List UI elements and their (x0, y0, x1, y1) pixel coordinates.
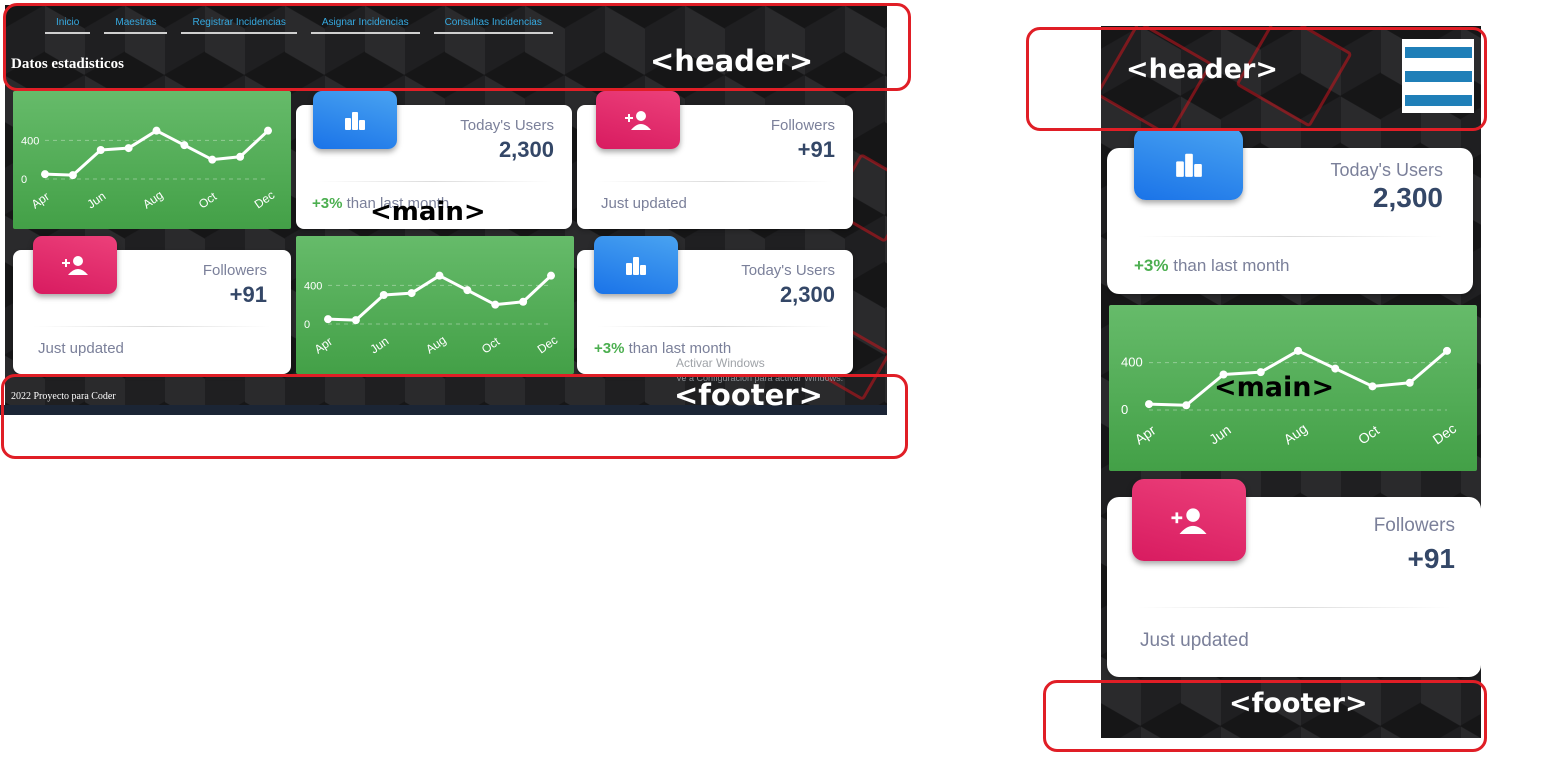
data-point (379, 291, 388, 299)
data-point (324, 315, 332, 324)
person-add-icon (33, 236, 117, 294)
chart-card: 0 400 Apr Jun Aug Oct Dec (13, 91, 291, 229)
stat-label: Followers (202, 262, 267, 279)
series-line (44, 129, 270, 177)
data-point (68, 171, 77, 180)
y-tick-label: 400 (21, 135, 39, 147)
footer-tag: <footer> (1229, 688, 1368, 719)
bar-chart-icon (313, 91, 397, 149)
stat-footer: Just updated (38, 340, 124, 357)
y-tick-label: 0 (1121, 402, 1128, 417)
data-point (1368, 382, 1377, 391)
data-point (1182, 401, 1191, 410)
header-tag: <header> (1126, 54, 1278, 85)
data-point (491, 300, 500, 309)
data-point (1443, 346, 1451, 355)
chart-card: 0 400 Apr Jun Aug Oct Dec (296, 236, 574, 374)
stat-label: Today's Users (460, 117, 554, 134)
data-point (1405, 378, 1414, 387)
data-point (96, 146, 105, 154)
data-point (407, 289, 416, 298)
x-tick-label: Dec (252, 188, 278, 212)
x-tick-label: Apr (29, 189, 52, 211)
stat-label: Today's Users (741, 262, 835, 279)
stat-value: 2,300 (1372, 182, 1443, 213)
line-chart: 0 400 Apr Jun Aug Oct Dec (304, 271, 561, 357)
main-tag: <main> (1214, 372, 1335, 403)
windows-watermark: Activar Windows (676, 356, 765, 370)
x-tick-label: Oct (479, 334, 503, 357)
main-tag: <main> (370, 197, 486, 227)
data-point (41, 170, 49, 179)
data-point (236, 152, 245, 161)
stat-label: Followers (770, 117, 835, 134)
stat-value: +91 (797, 137, 835, 162)
stat-label: Today's Users (1330, 160, 1443, 180)
bar-chart-icon (1134, 128, 1243, 200)
data-point (180, 141, 189, 150)
data-point (1145, 400, 1153, 409)
x-tick-label: Apr (312, 334, 335, 356)
y-tick-label: 0 (304, 319, 310, 331)
series-line (327, 274, 553, 322)
x-tick-label: Dec (535, 333, 561, 357)
data-point (463, 286, 472, 295)
line-chart: 0 400 Apr Jun Aug Oct Dec (21, 126, 278, 212)
data-point (519, 297, 528, 306)
person-add-icon (596, 91, 680, 149)
bar-chart-icon (594, 236, 678, 294)
stat-label: Followers (1373, 515, 1455, 536)
data-point (1294, 346, 1302, 355)
data-point (435, 271, 444, 280)
data-point (264, 126, 272, 135)
data-point (152, 126, 161, 135)
stat-footer: +3% than last month (594, 340, 732, 357)
stat-value: 2,300 (498, 137, 554, 162)
person-add-icon (1132, 479, 1246, 561)
y-tick-label: 400 (304, 280, 322, 292)
today-users-card: Today's Users 2,300 +3% than last month (1107, 128, 1473, 294)
header-tag: <header> (650, 44, 814, 78)
footer-tag: <footer> (674, 378, 823, 412)
stat-footer: Just updated (1140, 630, 1249, 651)
delta-value: +3% (594, 340, 625, 357)
data-point (124, 144, 133, 153)
y-tick-label: 0 (21, 174, 27, 186)
stat-footer: +3% than last month (1134, 256, 1290, 275)
stat-value: +91 (1407, 543, 1456, 574)
followers-card: Followers +91 Just updated (13, 236, 291, 374)
x-tick-label: Jun (1206, 421, 1234, 447)
x-tick-label: Aug (140, 188, 166, 212)
stat-footer: Just updated (601, 195, 687, 212)
followers-card: Followers +91 Just updated (1107, 479, 1481, 677)
delta-value: +3% (312, 195, 343, 212)
followers-card: Followers +91 Just updated (577, 91, 853, 229)
x-tick-label: Apr (1132, 422, 1159, 448)
x-tick-label: Jun (367, 334, 391, 357)
stat-value: +91 (229, 282, 267, 307)
x-tick-label: Oct (196, 189, 220, 212)
data-point (547, 271, 555, 280)
x-tick-label: Aug (423, 333, 449, 357)
data-point (351, 316, 360, 325)
x-tick-label: Jun (84, 189, 108, 212)
delta-value: +3% (1134, 256, 1169, 275)
stat-value: 2,300 (779, 282, 835, 307)
x-tick-label: Dec (1430, 420, 1460, 447)
data-point (208, 155, 217, 164)
x-tick-label: Oct (1355, 422, 1382, 448)
x-tick-label: Aug (1281, 420, 1311, 447)
y-tick-label: 400 (1121, 355, 1143, 370)
